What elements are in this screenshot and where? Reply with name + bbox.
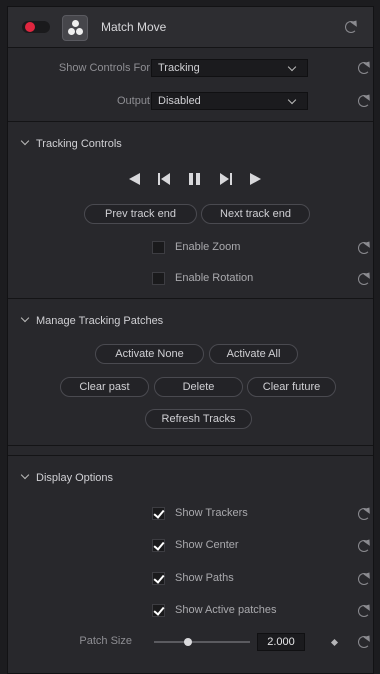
display-options-title: Display Options (36, 472, 114, 484)
tracking-controls-title: Tracking Controls (36, 138, 122, 150)
activate-none-button[interactable]: Activate None (95, 344, 204, 364)
enable-rotation-label: Enable Rotation (175, 272, 254, 284)
chevron-down-icon (20, 313, 30, 323)
manage-patches-section: Manage Tracking Patches Activate None Ac… (8, 298, 373, 446)
next-track-end-button[interactable]: Next track end (201, 204, 310, 224)
chevron-down-icon (287, 62, 297, 72)
patch-size-label: Patch Size (79, 635, 132, 647)
show-paths-label: Show Paths (175, 572, 234, 584)
reset-show-active-patches-icon[interactable] (358, 605, 370, 617)
effect-icon-dot (68, 28, 75, 35)
display-options-header[interactable]: Display Options (20, 470, 114, 484)
patch-size-slider[interactable] (154, 641, 250, 643)
reset-output-icon[interactable] (358, 95, 370, 107)
patch-size-input[interactable]: 2.000 (257, 633, 305, 651)
output-label: Output (116, 95, 150, 107)
enable-zoom-checkbox[interactable] (152, 241, 165, 254)
output-value: Disabled (158, 95, 201, 107)
show-center-label: Show Center (175, 539, 239, 551)
effect-header: Match Move (8, 7, 373, 48)
play-icon[interactable] (250, 173, 261, 185)
tracking-controls-section: Tracking Controls Prev track end Next tr… (8, 121, 373, 299)
activate-all-button[interactable]: Activate All (209, 344, 298, 364)
chevron-down-icon (20, 470, 30, 480)
show-controls-select[interactable]: Tracking (151, 59, 308, 77)
reset-all-icon[interactable] (345, 21, 357, 33)
clear-future-button[interactable]: Clear future (247, 377, 336, 397)
reset-show-paths-icon[interactable] (358, 573, 370, 585)
reset-enable-rotation-icon[interactable] (358, 273, 370, 285)
chevron-down-icon (20, 136, 30, 146)
manage-patches-title: Manage Tracking Patches (36, 315, 164, 327)
enable-rotation-checkbox[interactable] (152, 272, 165, 285)
controls-section: Show Controls For Tracking Output Disabl… (8, 47, 373, 121)
keyframe-icon[interactable] (330, 638, 339, 647)
refresh-tracks-button[interactable]: Refresh Tracks (145, 409, 252, 429)
effect-enable-toggle[interactable] (22, 21, 50, 33)
tracking-controls-header[interactable]: Tracking Controls (20, 136, 122, 150)
reset-show-trackers-icon[interactable] (358, 508, 370, 520)
delete-button[interactable]: Delete (154, 377, 243, 397)
display-options-section: Display Options Show Trackers Show Cente… (8, 455, 373, 668)
show-paths-checkbox[interactable] (152, 572, 165, 585)
show-controls-label: Show Controls For (58, 62, 150, 74)
show-trackers-checkbox[interactable] (152, 507, 165, 520)
prev-track-end-button[interactable]: Prev track end (84, 204, 197, 224)
patch-size-slider-handle[interactable] (183, 638, 192, 646)
enable-zoom-label: Enable Zoom (175, 241, 241, 253)
effect-icon (62, 15, 88, 41)
chevron-down-icon (287, 95, 297, 105)
play-reverse-icon[interactable] (129, 173, 140, 185)
show-active-patches-label: Show Active patches (175, 604, 277, 616)
show-trackers-label: Show Trackers (175, 507, 248, 519)
show-controls-value: Tracking (158, 62, 200, 74)
effect-icon-dot (72, 20, 79, 27)
reset-patch-size-icon[interactable] (358, 636, 370, 648)
output-select[interactable]: Disabled (151, 92, 308, 110)
reset-show-controls-icon[interactable] (358, 62, 370, 74)
show-center-checkbox[interactable] (152, 539, 165, 552)
effect-title: Match Move (101, 20, 167, 34)
manage-patches-header[interactable]: Manage Tracking Patches (20, 313, 164, 327)
show-active-patches-checkbox[interactable] (152, 604, 165, 617)
reset-enable-zoom-icon[interactable] (358, 242, 370, 254)
effect-icon-dot (76, 28, 83, 35)
clear-past-button[interactable]: Clear past (60, 377, 149, 397)
toggle-indicator (25, 22, 35, 32)
inspector-panel: Match Move Show Controls For Tracking Ou… (7, 6, 374, 674)
reset-show-center-icon[interactable] (358, 540, 370, 552)
